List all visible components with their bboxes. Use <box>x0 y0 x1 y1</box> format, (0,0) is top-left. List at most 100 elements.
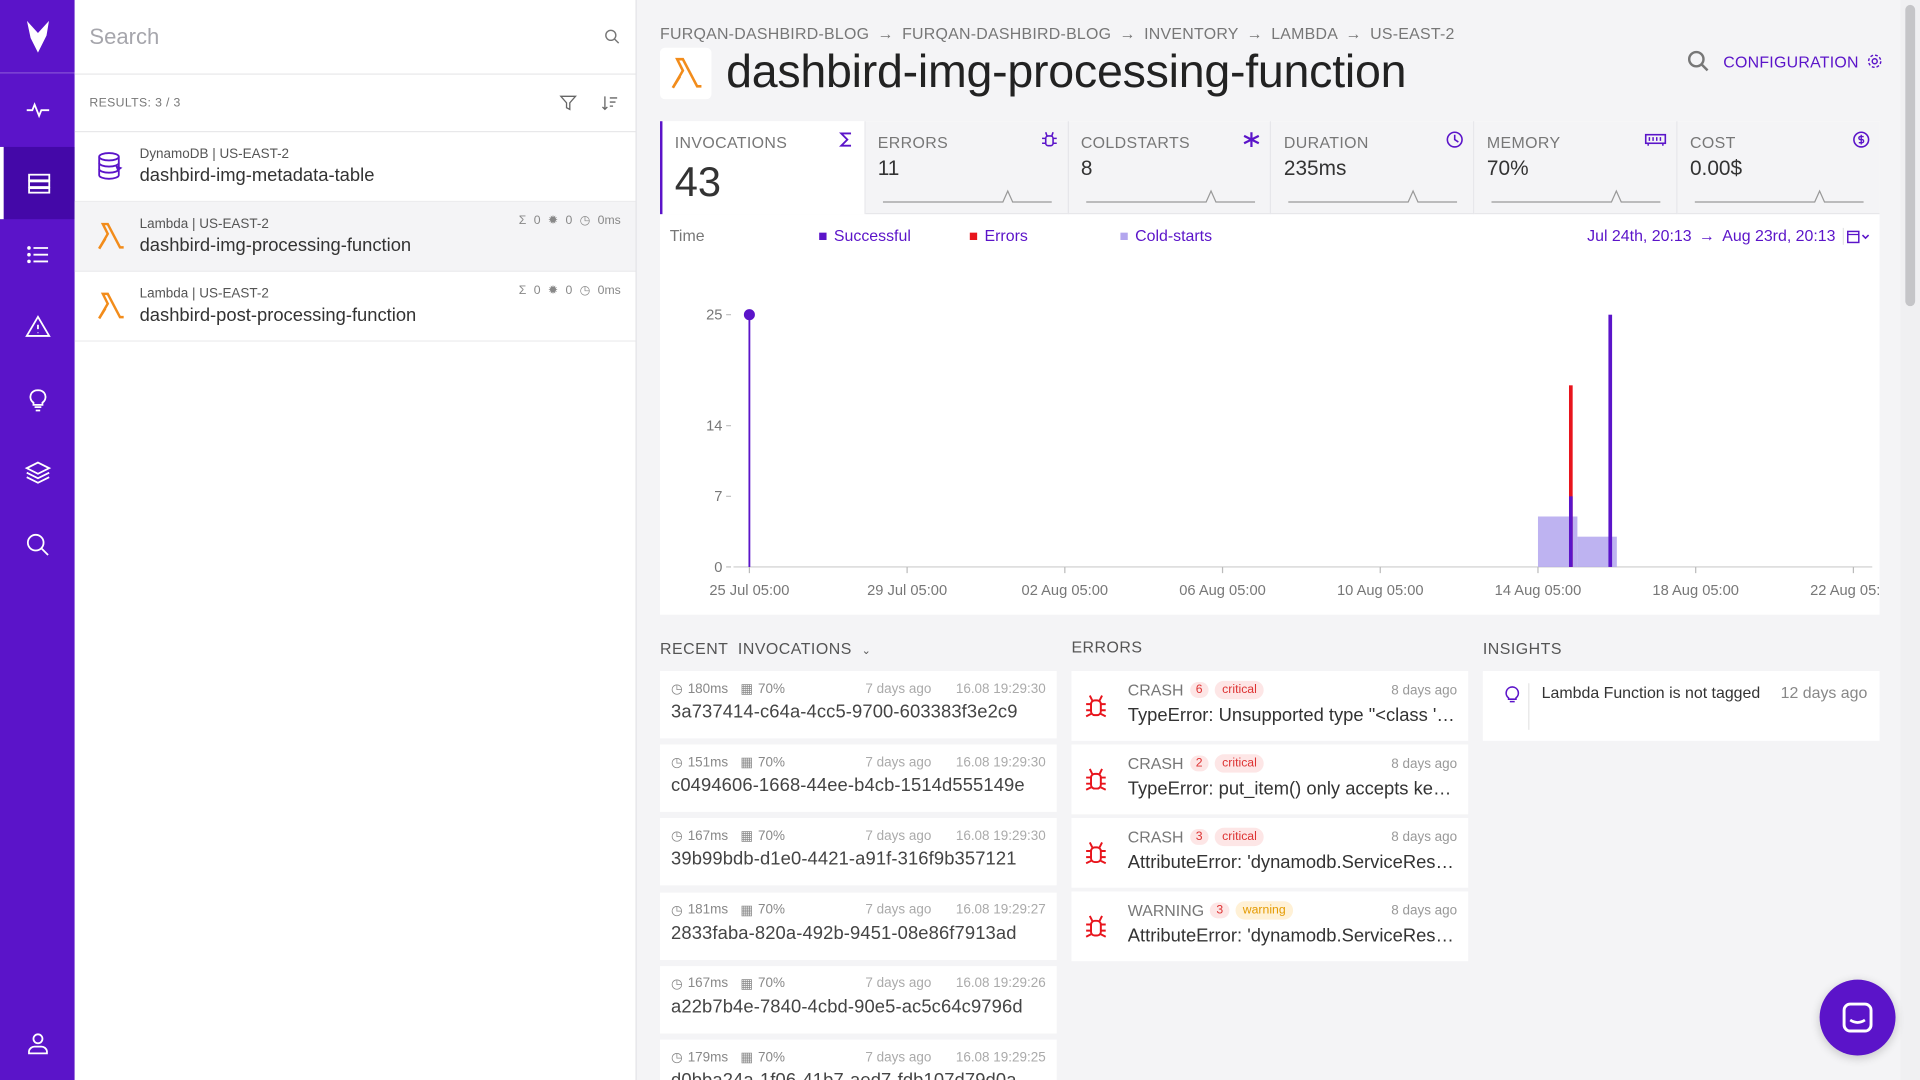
bug-icon <box>1085 768 1107 791</box>
search-input[interactable] <box>89 23 604 50</box>
warning-icon <box>24 314 51 337</box>
invocation-card[interactable]: ◷ 179ms ▦ 70% 7 days ago 16.08 19:29:25 … <box>660 1039 1057 1080</box>
invocation-id: 3a737414-c64a-4cc5-9700-603383f3e2c9 <box>671 701 1018 723</box>
resource-item[interactable]: DynamoDB | US-EAST-2 dashbird-img-metada… <box>74 132 636 203</box>
lambda-icon <box>94 290 126 322</box>
bird-logo-icon <box>26 20 49 53</box>
error-message: AttributeError: 'dynamodb.ServiceResourc… <box>1127 852 1457 874</box>
lightbulb-icon <box>1495 683 1530 730</box>
invocation-memory: 70% <box>758 1050 786 1065</box>
memory-icon: ▦ <box>740 682 754 697</box>
clock-icon: ◷ <box>579 284 591 298</box>
filter-button[interactable] <box>557 92 579 114</box>
invocation-card[interactable]: ◷ 167ms ▦ 70% 7 days ago 16.08 19:29:30 … <box>660 818 1057 886</box>
search-icon[interactable] <box>604 28 621 45</box>
breadcrumb-item[interactable]: FURQAN-DASHBIRD-BLOG <box>660 24 869 42</box>
sparkline <box>1085 189 1255 203</box>
breadcrumb-item[interactable]: LAMBDA <box>1271 24 1337 42</box>
clock-icon <box>1446 131 1464 148</box>
invocation-ago: 7 days ago <box>865 1050 932 1065</box>
invocation-card[interactable]: ◷ 151ms ▦ 70% 7 days ago 16.08 19:29:30 … <box>660 744 1057 813</box>
tab-coldstarts[interactable]: COLDSTARTS 8 <box>1068 121 1272 215</box>
insights-title: INSIGHTS <box>1482 639 1562 658</box>
invocation-memory: 70% <box>758 755 786 770</box>
scrollbar-thumb[interactable] <box>1905 4 1916 307</box>
invocation-memory: 70% <box>758 828 786 844</box>
pulse-icon <box>26 101 49 118</box>
breadcrumb-item[interactable]: US-EAST-2 <box>1370 24 1454 42</box>
chat-icon <box>1842 1002 1873 1033</box>
invocation-duration: 151ms <box>687 755 729 770</box>
tab-invocations[interactable]: INVOCATIONS 43 <box>660 121 866 215</box>
bug-icon <box>1085 842 1107 865</box>
bug-icon <box>1041 131 1057 147</box>
y-tick-label: 0 <box>714 560 722 576</box>
nav-alerts[interactable] <box>0 290 75 362</box>
error-message: TypeError: put_item() only accepts keywo… <box>1127 778 1457 800</box>
tab-duration[interactable]: DURATION 235ms <box>1271 121 1475 215</box>
dashbird-logo[interactable] <box>0 0 75 74</box>
invocation-card[interactable]: ◷ 181ms ▦ 70% 7 days ago 16.08 19:29:27 … <box>660 892 1057 960</box>
invocation-card[interactable]: ◷ 167ms ▦ 70% 7 days ago 16.08 19:29:26 … <box>660 965 1057 1034</box>
error-card[interactable]: CRASH 3 critical 8 days ago AttributeErr… <box>1071 817 1469 888</box>
error-card[interactable]: CRASH 2 critical 8 days ago TypeError: p… <box>1071 744 1469 815</box>
sigma-icon: Σ <box>518 284 527 298</box>
scrollbar[interactable] <box>1900 0 1920 1080</box>
resource-meta: DynamoDB | US-EAST-2 <box>139 146 290 162</box>
sort-button[interactable] <box>599 92 621 114</box>
breadcrumb-item[interactable]: FURQAN-DASHBIRD-BLOG <box>902 24 1111 42</box>
results-count: RESULTS: 3 / 3 <box>89 96 181 110</box>
error-message: TypeError: Unsupported type "<class 'PIL… <box>1127 705 1457 727</box>
nav-profile[interactable] <box>0 1007 75 1079</box>
error-ago: 8 days ago <box>1391 903 1458 918</box>
insight-card[interactable]: Lambda Function is not tagged 12 days ag… <box>1482 671 1880 741</box>
nav-activity[interactable] <box>0 73 75 145</box>
resource-name: dashbird-img-metadata-table <box>139 165 375 187</box>
nav-search[interactable] <box>0 508 75 580</box>
nav-list[interactable] <box>0 218 75 290</box>
chat-button[interactable] <box>1819 979 1896 1056</box>
nav-stacks[interactable] <box>0 436 75 508</box>
tab-cost[interactable]: COST 0.00$ <box>1677 121 1880 215</box>
gear-icon <box>1867 54 1882 69</box>
successful-bar <box>1608 314 1613 567</box>
lightbulb-icon <box>28 388 46 411</box>
recent-invocations-title[interactable]: RECENT INVOCATIONS ⌄ <box>660 639 871 657</box>
sigma-icon <box>838 132 851 147</box>
sparkline <box>1694 189 1864 203</box>
invocation-duration: 181ms <box>687 902 729 918</box>
invocation-id: c0494606-1668-44ee-b4cb-1514d555149e <box>671 775 1025 797</box>
configuration-button[interactable]: CONFIGURATION <box>1723 52 1883 70</box>
severity-badge: warning <box>1235 901 1294 920</box>
tab-errors[interactable]: ERRORS 11 <box>865 121 1069 215</box>
severity-badge: critical <box>1214 754 1265 773</box>
memory-icon: ▦ <box>740 755 754 771</box>
error-type: CRASH <box>1127 754 1184 773</box>
memory-icon: ▦ <box>740 903 754 918</box>
list-icon <box>26 245 48 263</box>
resource-item[interactable]: Lambda | US-EAST-2 dashbird-post-process… <box>74 272 636 342</box>
invocation-id: d0bba24a-1f06-41b7-aed7-fdb107d79d0a <box>671 1070 1046 1080</box>
bug-icon <box>1085 695 1107 718</box>
dollar-icon <box>1853 131 1870 148</box>
error-card[interactable]: CRASH 6 critical 8 days ago TypeError: U… <box>1071 671 1469 741</box>
memory-icon <box>1645 133 1667 146</box>
breadcrumb-item[interactable]: INVENTORY <box>1144 24 1238 42</box>
error-card[interactable]: WARNING 3 warning 8 days ago AttributeEr… <box>1071 891 1469 962</box>
filter-icon <box>559 95 577 111</box>
search-icon[interactable] <box>1687 49 1711 73</box>
clock-icon: ◷ <box>671 1050 683 1066</box>
nav-insights[interactable] <box>0 364 75 436</box>
invocation-ago: 7 days ago <box>865 902 932 918</box>
sigma-icon: Σ <box>518 214 527 228</box>
invocation-id: a22b7b4e-7840-4cbd-90e5-ac5c64c9796d <box>671 996 1023 1018</box>
errors-title: ERRORS <box>1071 637 1143 657</box>
invocation-card[interactable]: ◷ 180ms ▦ 70% 7 days ago 16.08 19:29:30 … <box>660 671 1057 739</box>
tab-memory[interactable]: MEMORY 70% <box>1474 121 1678 215</box>
sparkline <box>882 189 1052 203</box>
resource-item[interactable]: Lambda | US-EAST-2 dashbird-img-processi… <box>74 202 636 272</box>
clock-icon: ◷ <box>671 829 683 845</box>
nav-inventory[interactable] <box>0 146 75 220</box>
sparkline <box>1491 189 1661 203</box>
error-ago: 8 days ago <box>1391 756 1458 771</box>
